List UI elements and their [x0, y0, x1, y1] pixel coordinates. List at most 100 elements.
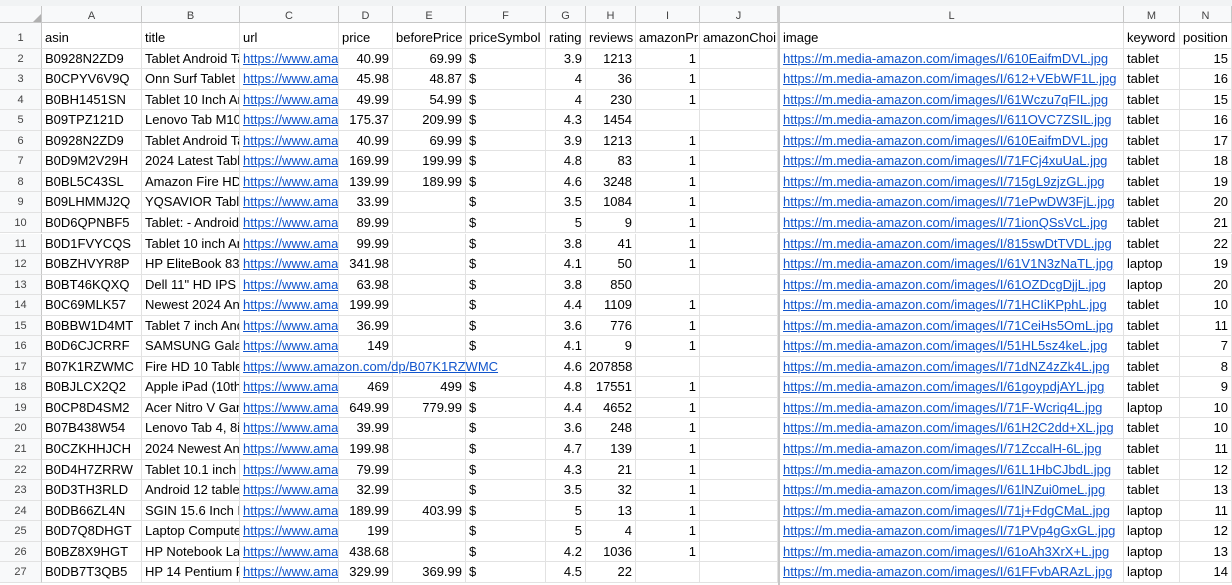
cell-symbol[interactable]: $ [466, 254, 546, 275]
cell-symbol[interactable]: $ [466, 541, 546, 563]
cell-link[interactable]: https://m.media-amazon.com/images/I/61H2… [783, 420, 1114, 435]
cell-reviews[interactable]: 50 [586, 254, 636, 275]
cell-symbol[interactable]: $ [466, 500, 546, 522]
cell-reviews[interactable]: 9 [586, 212, 636, 234]
cell-keyword[interactable]: tablet [1124, 377, 1180, 398]
cell-link[interactable]: https://www.ama [243, 462, 338, 477]
cell-image[interactable]: https://m.media-amazon.com/images/I/815s… [780, 233, 1124, 255]
cell-beforeprice[interactable] [393, 459, 466, 481]
cell-url[interactable]: https://www.ama [240, 151, 339, 172]
cell-choice[interactable] [700, 130, 778, 152]
cell-rating[interactable]: 5 [546, 212, 586, 234]
cell-image[interactable]: https://m.media-amazon.com/images/I/61lN… [780, 480, 1124, 501]
cell-position[interactable]: 10 [1180, 418, 1232, 439]
cell-position[interactable]: 15 [1180, 89, 1232, 111]
cell-url[interactable]: https://www.ama [240, 254, 339, 275]
cell-keyword[interactable]: tablet [1124, 418, 1180, 439]
cell-url[interactable]: https://www.ama [240, 397, 339, 419]
cell-image[interactable]: https://m.media-amazon.com/images/I/610E… [780, 48, 1124, 70]
cell-prime[interactable]: 1 [636, 254, 700, 275]
cell-image[interactable]: https://m.media-amazon.com/images/I/71dN… [780, 356, 1124, 378]
column-header-n[interactable]: N [1180, 6, 1232, 23]
cell-position[interactable]: 12 [1180, 459, 1232, 481]
cell-asin[interactable]: B0CP8D4SM2 [42, 397, 142, 419]
cell-symbol[interactable]: $ [466, 397, 546, 419]
cell-link[interactable]: https://m.media-amazon.com/images/I/61OZ… [783, 277, 1106, 292]
row-header[interactable]: 13 [0, 274, 42, 296]
cell-price[interactable]: 32.99 [339, 480, 393, 501]
cell-beforeprice[interactable] [393, 192, 466, 213]
cell-url[interactable]: https://www.ama [240, 521, 339, 542]
cell-prime[interactable]: 1 [636, 500, 700, 522]
cell-reviews[interactable]: 139 [586, 439, 636, 460]
cell-position[interactable]: 10 [1180, 295, 1232, 316]
cell-title[interactable]: Tablet Android Ta [142, 48, 240, 70]
cell-asin[interactable]: B0D6QPNBF5 [42, 212, 142, 234]
cell-choice[interactable] [700, 192, 778, 213]
header-cell-keyword[interactable]: keyword [1124, 23, 1180, 49]
cell-choice[interactable] [700, 295, 778, 316]
cell-symbol[interactable]: $ [466, 48, 546, 70]
cell-keyword[interactable]: tablet [1124, 295, 1180, 316]
cell-url[interactable]: https://www.ama [240, 459, 339, 481]
cell-reviews[interactable]: 1036 [586, 541, 636, 563]
cell-title[interactable]: Android 12 table [142, 480, 240, 501]
cell-price[interactable]: 79.99 [339, 459, 393, 481]
cell-keyword[interactable]: tablet [1124, 69, 1180, 90]
cell-price[interactable]: 189.99 [339, 500, 393, 522]
cell-prime[interactable]: 1 [636, 130, 700, 152]
cell-reviews[interactable]: 1213 [586, 130, 636, 152]
cell-symbol[interactable]: $ [466, 562, 546, 583]
cell-url[interactable]: https://www.ama [240, 48, 339, 70]
cell-rating[interactable]: 3.6 [546, 315, 586, 337]
row-header[interactable]: 4 [0, 89, 42, 111]
header-cell-reviews[interactable]: reviews [586, 23, 636, 49]
row-header[interactable]: 11 [0, 233, 42, 255]
cell-url[interactable]: https://www.ama [240, 480, 339, 501]
cell-link[interactable]: https://m.media-amazon.com/images/I/612+… [783, 71, 1116, 86]
column-header-h[interactable]: H [586, 6, 636, 23]
column-header-a[interactable]: A [42, 6, 142, 23]
cell-beforeprice[interactable] [393, 439, 466, 460]
cell-reviews[interactable]: 17551 [586, 377, 636, 398]
cell-symbol[interactable]: $ [466, 315, 546, 337]
cell-symbol[interactable]: $ [466, 336, 546, 357]
cell-link[interactable]: https://www.ama [243, 51, 338, 66]
cell-prime[interactable]: 1 [636, 377, 700, 398]
cell-choice[interactable] [700, 274, 778, 296]
cell-keyword[interactable]: laptop [1124, 254, 1180, 275]
row-header[interactable]: 3 [0, 69, 42, 90]
cell-symbol[interactable]: $ [466, 89, 546, 111]
header-cell-prime[interactable]: amazonPri [636, 23, 700, 49]
cell-keyword[interactable]: tablet [1124, 356, 1180, 378]
cell-reviews[interactable]: 230 [586, 89, 636, 111]
row-header[interactable]: 19 [0, 397, 42, 419]
cell-title[interactable]: Tablet 7 inch And [142, 315, 240, 337]
cell-symbol[interactable]: $ [466, 274, 546, 296]
row-header[interactable]: 23 [0, 480, 42, 501]
cell-link[interactable]: https://m.media-amazon.com/images/I/610E… [783, 133, 1108, 148]
cell-reviews[interactable]: 83 [586, 151, 636, 172]
cell-link[interactable]: https://www.ama [243, 379, 338, 394]
cell-beforeprice[interactable]: 69.99 [393, 48, 466, 70]
cell-price[interactable]: 40.99 [339, 48, 393, 70]
cell-choice[interactable] [700, 48, 778, 70]
cell-link[interactable]: https://www.ama [243, 112, 338, 127]
cell-price[interactable]: 341.98 [339, 254, 393, 275]
cell-title[interactable]: Tablet 10.1 inch , [142, 459, 240, 481]
cell-link[interactable]: https://www.ama [243, 174, 338, 189]
cell-link[interactable]: https://m.media-amazon.com/images/I/51HL… [783, 338, 1107, 353]
cell-asin[interactable]: B0928N2ZD9 [42, 48, 142, 70]
cell-price[interactable]: 169.99 [339, 151, 393, 172]
cell-link[interactable]: https://www.amazon.com/dp/B07K1RZWMC [243, 359, 498, 374]
cell-link[interactable]: https://www.ama [243, 420, 338, 435]
cell-reviews[interactable]: 850 [586, 274, 636, 296]
cell-image[interactable]: https://m.media-amazon.com/images/I/61OZ… [780, 274, 1124, 296]
cell-rating[interactable]: 4.8 [546, 377, 586, 398]
hidden-column-divider[interactable] [778, 6, 780, 585]
cell-beforeprice[interactable] [393, 315, 466, 337]
cell-price[interactable]: 199.98 [339, 439, 393, 460]
column-header-j[interactable]: J [700, 6, 778, 23]
cell-choice[interactable] [700, 171, 778, 193]
cell-image[interactable]: https://m.media-amazon.com/images/I/61V1… [780, 254, 1124, 275]
